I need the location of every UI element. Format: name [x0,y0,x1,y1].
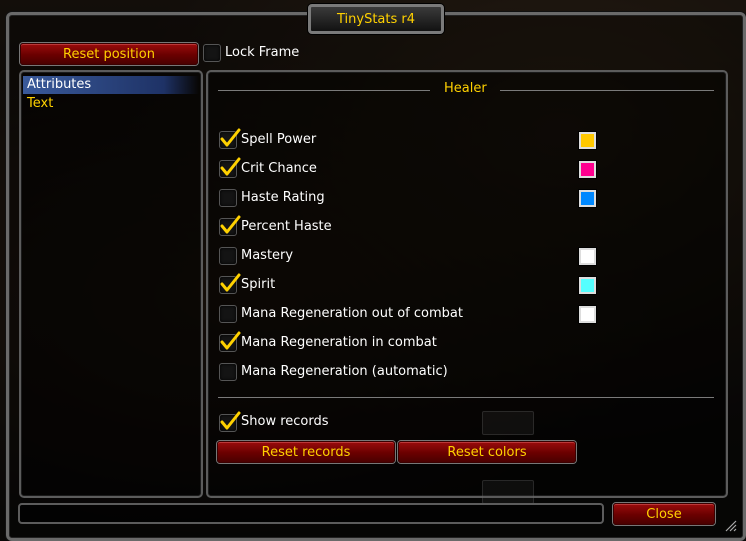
section-title-healer: Healer [444,81,487,96]
checkmark-icon [220,331,241,350]
category-sidebar: Attributes Text [19,70,203,498]
ghost-button-top [482,411,534,435]
reset-colors-button[interactable]: Reset colors [398,441,576,463]
checkmark-icon [220,411,241,430]
spell-power-label: Spell Power [241,132,317,147]
haste-rating-label: Haste Rating [241,190,325,205]
mana-regeneration-automatic-checkbox[interactable] [219,363,237,381]
spell-power-color-swatch[interactable] [579,132,596,149]
show-records-checkbox[interactable] [219,411,241,432]
status-bar [18,503,604,524]
percent-haste-label: Percent Haste [241,219,332,234]
records-divider [218,397,714,398]
reset-position-button[interactable]: Reset position [20,43,198,65]
crit-chance-checkbox[interactable] [219,157,241,178]
close-button[interactable]: Close [613,503,715,525]
spirit-color-swatch[interactable] [579,277,596,294]
show-records-label: Show records [241,414,329,429]
crit-chance-label: Crit Chance [241,161,317,176]
checkmark-icon [220,128,241,147]
spell-power-checkbox[interactable] [219,128,241,149]
ghost-button-bottom [482,480,534,504]
lock-frame-label: Lock Frame [225,45,300,60]
percent-haste-checkbox[interactable] [219,215,241,236]
mana-regeneration-out-of-combat-color-swatch[interactable] [579,306,596,323]
section-divider-left [218,90,430,91]
mana-regeneration-out-of-combat-checkbox[interactable] [219,305,237,323]
section-divider-right [500,90,714,91]
haste-rating-color-swatch[interactable] [579,190,596,207]
lock-frame-checkbox[interactable] [203,44,221,62]
resize-grip-icon[interactable] [725,520,737,532]
spirit-label: Spirit [241,277,276,292]
checkmark-icon [220,215,241,234]
mastery-color-swatch[interactable] [579,248,596,265]
window-title-plate[interactable]: TinyStats r4 [308,4,444,34]
haste-rating-checkbox[interactable] [219,189,237,207]
mana-regeneration-in-combat-label: Mana Regeneration in combat [241,335,437,350]
mana-regeneration-out-of-combat-label: Mana Regeneration out of combat [241,306,463,321]
reset-records-button[interactable]: Reset records [217,441,395,463]
mana-regeneration-automatic-label: Mana Regeneration (automatic) [241,364,448,379]
checkmark-icon [220,157,241,176]
mastery-label: Mastery [241,248,294,263]
mastery-checkbox[interactable] [219,247,237,265]
sidebar-item-attributes[interactable]: Attributes [23,76,199,94]
window-title: TinyStats r4 [336,11,416,27]
checkmark-icon [220,273,241,292]
mana-regeneration-in-combat-checkbox[interactable] [219,331,241,352]
crit-chance-color-swatch[interactable] [579,161,596,178]
spirit-checkbox[interactable] [219,273,241,294]
sidebar-item-text[interactable]: Text [23,95,199,113]
